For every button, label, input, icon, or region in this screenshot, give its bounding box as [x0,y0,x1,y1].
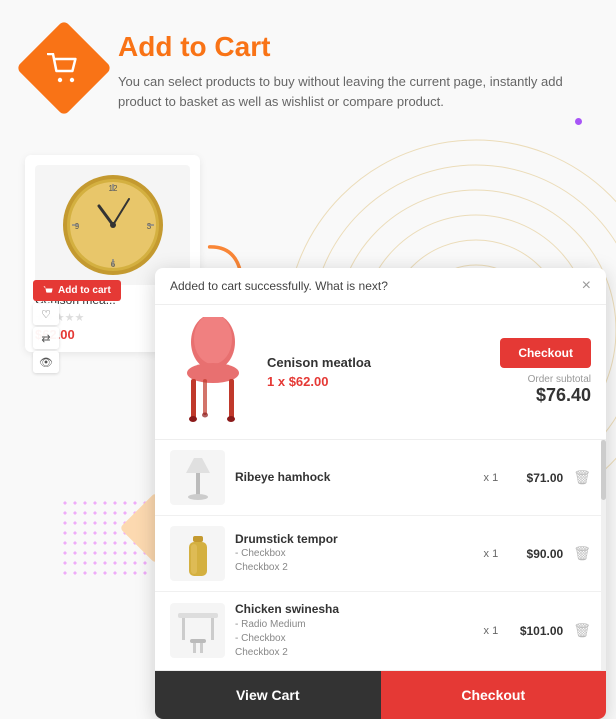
popup-header: Added to cart successfully. What is next… [155,268,606,305]
footer-checkout-button[interactable]: Checkout [381,671,607,719]
cart-item-qty-3: x 1 [484,625,499,637]
subtotal-value: $76.40 [528,385,591,406]
cart-item-variant-2: - CheckboxCheckbox 2 [235,547,474,575]
cart-item-image-1 [170,450,225,505]
popup-footer: View Cart Checkout [155,670,606,719]
header: Add to Cart You can select products to b… [30,30,586,113]
cart-item-image-2 [170,526,225,581]
product-image-area: 12 3 6 9 Add to cart ♡ ⇄ � [35,165,190,285]
cart-item: Ribeye hamhock x 1 $71.00 🗑 [155,440,606,516]
cart-item-info-3: Chicken swinesha - Radio Medium- Checkbo… [235,602,474,660]
cart-item-info-2: Drumstick tempor - CheckboxCheckbox 2 [235,532,474,576]
popup-qty-price: 1 x $62.00 [267,374,488,389]
compare-button[interactable]: ⇄ [33,327,59,349]
cart-popup-modal: Added to cart successfully. What is next… [155,268,606,719]
cart-item-price-3: $101.00 [508,624,563,638]
popup-top-right: Checkout Order subtotal $76.40 [500,338,591,406]
header-text: Add to Cart You can select products to b… [118,30,586,113]
clock-illustration: 12 3 6 9 [59,171,167,279]
cart-item: Drumstick tempor - CheckboxCheckbox 2 x … [155,516,606,592]
cart-item-image-3 [170,603,225,658]
cart-item-qty-1: x 1 [484,472,499,484]
cart-items-list: Ribeye hamhock x 1 $71.00 🗑 Drumstick te… [155,440,606,670]
subtotal-label: Order subtotal [528,374,591,385]
popup-top-section: Cenison meatloa 1 x $62.00 Checkout Orde… [155,305,606,440]
qty-label: 1 x [267,374,285,389]
cart-item-name-2: Drumstick tempor [235,532,474,548]
svg-text:9: 9 [74,222,79,231]
cart-item-info-1: Ribeye hamhock [235,470,474,486]
cart-item: Chicken swinesha - Radio Medium- Checkbo… [155,592,606,670]
view-cart-button[interactable]: View Cart [155,671,381,719]
header-description: You can select products to buy without l… [118,72,586,114]
featured-product-image [170,317,255,427]
popup-product-info: Cenison meatloa 1 x $62.00 [267,355,488,389]
cart-btn-icon [43,286,53,296]
furniture-icon [174,605,222,657]
product-action-buttons: ♡ ⇄ 👁 [33,303,59,373]
cart-item-delete-3[interactable]: 🗑 [573,622,591,639]
bottle-icon [183,528,213,580]
cart-item-qty-2: x 1 [484,548,499,560]
cart-item-delete-1[interactable]: 🗑 [573,469,591,486]
add-to-cart-button[interactable]: Add to cart [33,280,121,301]
top-checkout-button[interactable]: Checkout [500,338,591,368]
chair-illustration [175,317,250,427]
wishlist-button[interactable]: ♡ [33,303,59,325]
svg-text:3: 3 [146,222,151,231]
lamp-icon [178,453,218,503]
cart-icon [47,53,81,83]
cart-item-name-3: Chicken swinesha [235,602,474,618]
popup-close-button[interactable]: × [582,278,591,294]
quickview-button[interactable]: 👁 [33,351,59,373]
cart-item-delete-2[interactable]: 🗑 [573,545,591,562]
cart-item-variant-3: - Radio Medium- CheckboxCheckbox 2 [235,618,474,660]
add-to-cart-label: Add to cart [58,285,111,296]
cart-item-price-2: $90.00 [508,547,563,561]
scrollbar-thumb[interactable] [601,440,606,500]
cart-icon-diamond [16,20,112,116]
scrollbar-track[interactable] [601,440,606,670]
purple-dot-accent [575,118,582,125]
product-price-highlight: $62.00 [289,374,329,389]
cart-item-price-1: $71.00 [508,471,563,485]
order-subtotal-area: Order subtotal $76.40 [528,374,591,406]
popup-product-name: Cenison meatloa [267,355,488,370]
popup-header-text: Added to cart successfully. What is next… [170,279,388,293]
cart-item-name-1: Ribeye hamhock [235,470,474,486]
page-title: Add to Cart [118,30,586,64]
